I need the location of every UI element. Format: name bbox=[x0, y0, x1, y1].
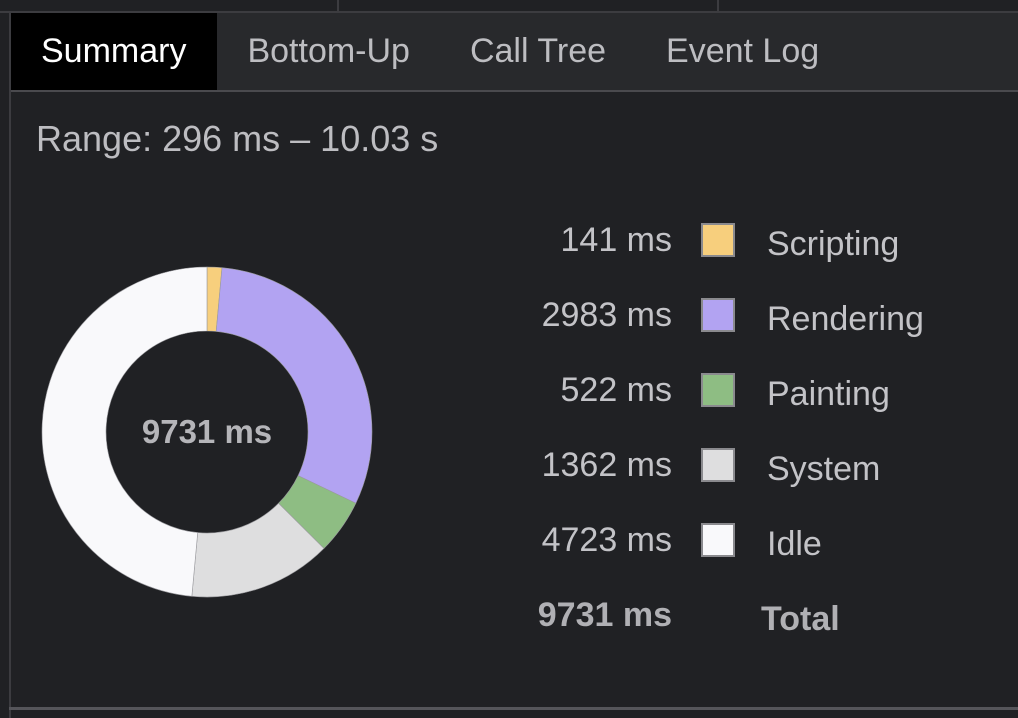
total-value: 9731 ms bbox=[537, 596, 672, 634]
panel-left-border bbox=[9, 11, 11, 718]
painting-swatch bbox=[701, 373, 735, 407]
top-strip bbox=[0, 0, 1018, 13]
legend-label: Scripting bbox=[767, 225, 900, 263]
scripting-swatch bbox=[701, 223, 735, 257]
tab-event-log[interactable]: Event Log bbox=[636, 13, 849, 90]
donut-center-total: 9731 ms bbox=[141, 413, 273, 450]
top-strip-divider bbox=[717, 0, 719, 11]
legend-row-painting: 522 ms Painting bbox=[520, 355, 1000, 430]
legend-value: 2983 ms bbox=[541, 296, 672, 334]
tab-call-tree[interactable]: Call Tree bbox=[440, 13, 636, 90]
legend-label: Rendering bbox=[767, 300, 924, 338]
idle-swatch bbox=[701, 523, 735, 557]
panel-bottom-border bbox=[9, 707, 1018, 710]
legend-value: 1362 ms bbox=[541, 446, 672, 484]
tab-bar: Summary Bottom-Up Call Tree Event Log bbox=[11, 13, 1018, 92]
rendering-swatch bbox=[701, 298, 735, 332]
top-strip-divider bbox=[337, 0, 339, 11]
summary-panel: Summary Bottom-Up Call Tree Event Log Ra… bbox=[0, 0, 1018, 718]
legend-row-rendering: 2983 ms Rendering bbox=[520, 280, 1000, 355]
legend-value: 4723 ms bbox=[541, 521, 672, 559]
legend-row-scripting: 141 ms Scripting bbox=[520, 205, 1000, 280]
system-swatch bbox=[701, 448, 735, 482]
legend-value: 141 ms bbox=[560, 221, 673, 259]
tab-summary[interactable]: Summary bbox=[11, 13, 218, 90]
range-label: Range: 296 ms – 10.03 s bbox=[36, 118, 439, 159]
legend-row-system: 1362 ms System bbox=[520, 430, 1000, 505]
legend-label: System bbox=[767, 450, 881, 488]
total-label: Total bbox=[761, 600, 840, 638]
legend-row-idle: 4723 ms Idle bbox=[520, 505, 1000, 580]
legend-label: Idle bbox=[767, 525, 822, 563]
legend: 141 ms Scripting 2983 ms Rendering 522 m… bbox=[520, 205, 1000, 655]
legend-row-total: 9731 ms Total bbox=[520, 580, 1000, 655]
legend-label: Painting bbox=[767, 375, 890, 413]
tab-bottom-up[interactable]: Bottom-Up bbox=[217, 13, 440, 90]
donut-chart: 9731 ms bbox=[40, 265, 374, 599]
legend-value: 522 ms bbox=[560, 371, 673, 409]
